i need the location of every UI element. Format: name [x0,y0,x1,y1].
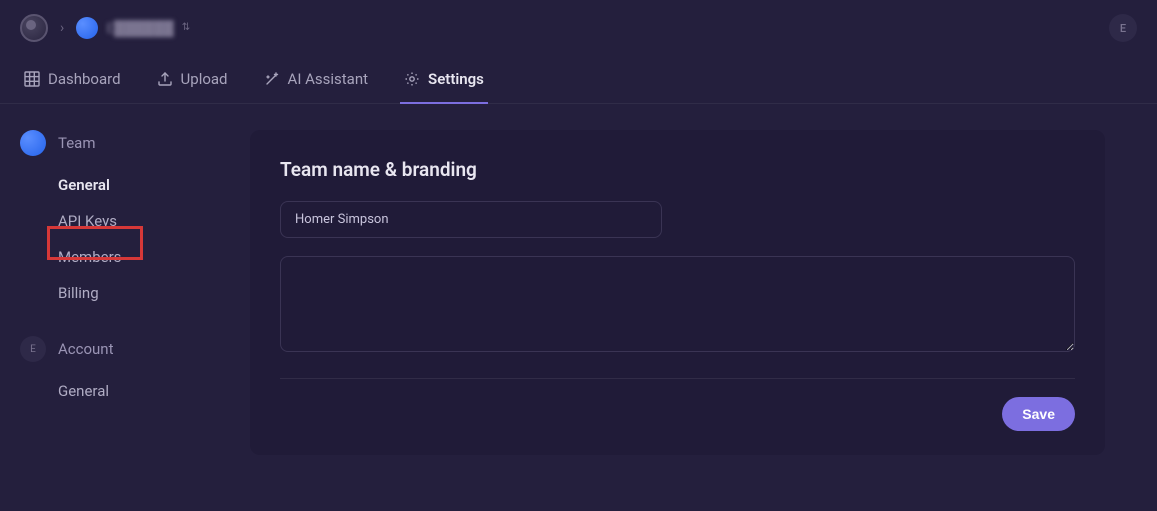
account-avatar-icon: E [20,336,46,362]
grid-icon [24,71,40,87]
tab-settings[interactable]: Settings [400,56,488,104]
breadcrumb: › E██████ ⇅ [20,14,190,42]
team-branding-card: Team name & branding Save [250,130,1105,455]
sidebar-team-header: Team [20,130,230,156]
sidebar-item-billing[interactable]: Billing [58,278,230,308]
save-button[interactable]: Save [1002,397,1075,431]
tab-label: Dashboard [48,70,121,88]
sidebar-item-members[interactable]: Members [58,242,230,272]
tab-label: Upload [181,70,228,88]
tab-upload[interactable]: Upload [153,56,232,104]
card-footer: Save [280,397,1075,431]
tab-ai-assistant[interactable]: AI Assistant [260,56,373,104]
sidebar-item-account-general[interactable]: General [58,376,230,406]
account-initial: E [30,344,36,355]
sidebar-item-general[interactable]: General [58,170,230,200]
sidebar-team-items: General API Keys Members Billing [20,170,230,308]
main: Team General API Keys Members Billing E … [0,104,1157,481]
org-avatar-icon [76,17,98,39]
team-name-input[interactable] [280,201,662,238]
tab-dashboard[interactable]: Dashboard [20,56,125,104]
topbar: › E██████ ⇅ E [0,0,1157,56]
org-selector[interactable]: E██████ ⇅ [76,17,190,39]
tab-label: Settings [428,70,484,88]
chevron-right-icon: › [60,20,64,36]
sidebar-team-label: Team [58,134,96,152]
team-avatar-icon [20,130,46,156]
divider [280,378,1075,379]
wand-icon [264,71,280,87]
user-menu[interactable]: E [1109,14,1137,42]
logo-icon[interactable] [20,14,48,42]
chevrons-updown-icon: ⇅ [182,24,190,32]
tab-label: AI Assistant [288,70,369,88]
user-initial: E [1120,22,1126,35]
org-name: E██████ [106,20,173,37]
sidebar-account-items: General [20,376,230,406]
sidebar-account-label: Account [58,340,114,358]
card-title: Team name & branding [280,158,1075,181]
sidebar-item-api-keys[interactable]: API Keys [58,206,230,236]
sidebar-account-header: E Account [20,336,230,362]
upload-icon [157,71,173,87]
team-description-input[interactable] [280,256,1075,352]
main-tabs: Dashboard Upload AI Assistant Settings [0,56,1157,104]
gear-icon [404,71,420,87]
settings-sidebar: Team General API Keys Members Billing E … [20,130,230,455]
